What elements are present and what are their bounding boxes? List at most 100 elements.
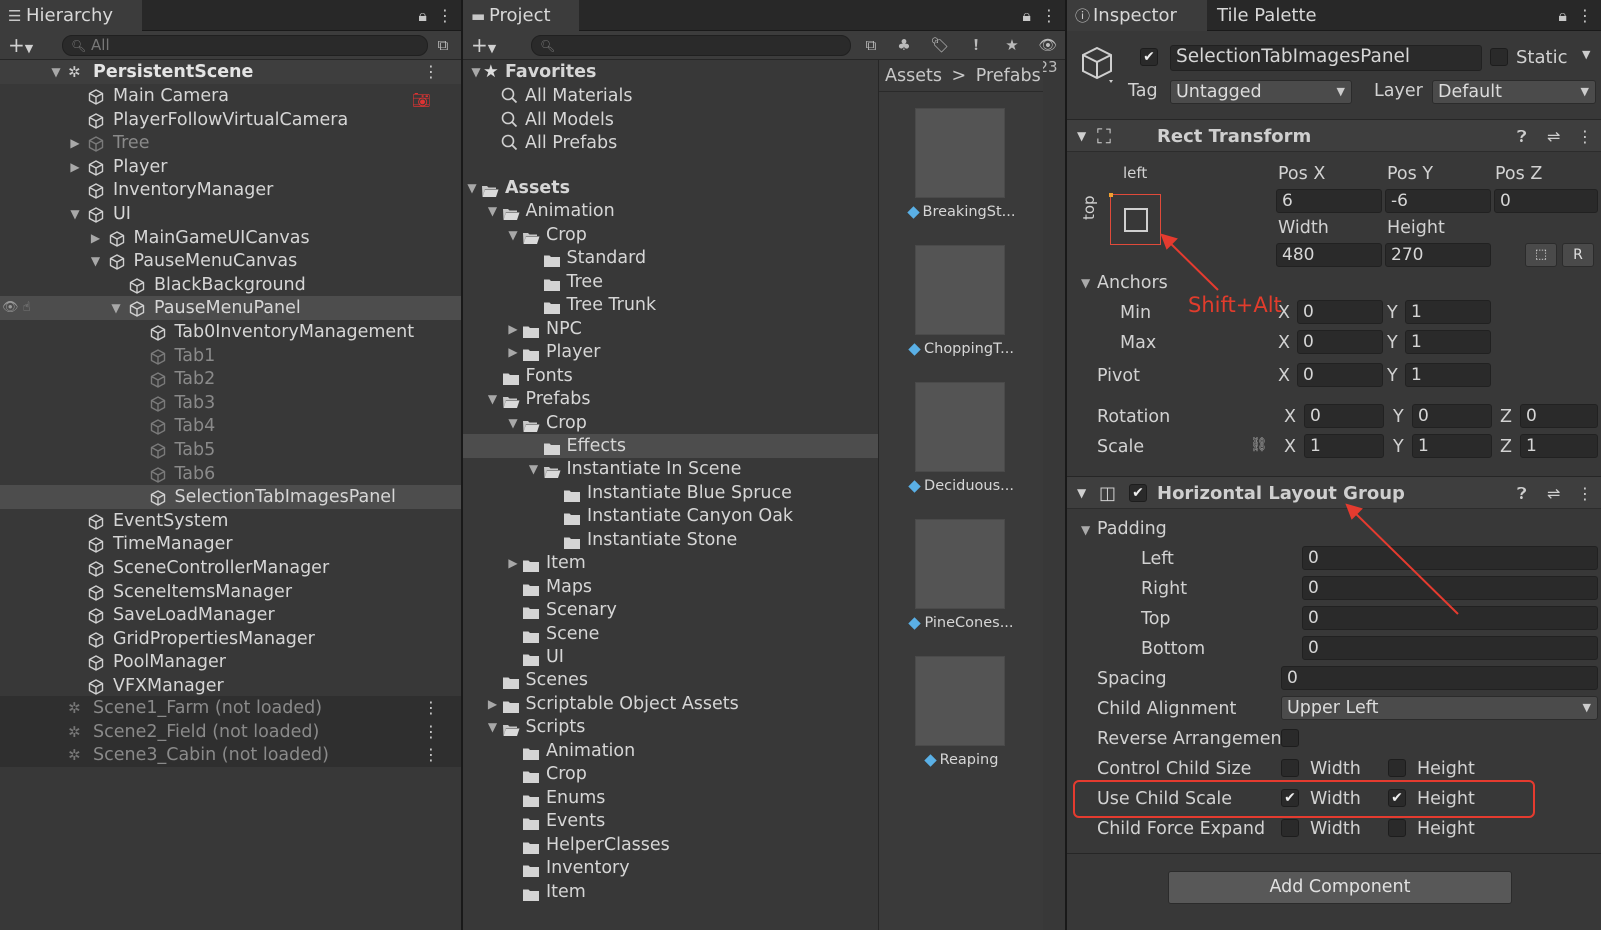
width-field[interactable]: 480 [1276, 243, 1382, 267]
padding-right-field[interactable]: 0 [1302, 576, 1598, 600]
hierarchy-item[interactable]: VFXManager [0, 674, 461, 698]
favorite-item[interactable]: All Models [463, 108, 878, 132]
project-folder-item[interactable]: HelperClasses [463, 833, 878, 857]
foldout-arrow-icon[interactable]: ▼ [527, 457, 541, 481]
breadcrumb-assets[interactable]: Assets [885, 66, 942, 86]
project-folder-item[interactable]: Instantiate Canyon Oak [463, 504, 878, 528]
hierarchy-item[interactable]: EventSystem [0, 509, 461, 533]
hierarchy-item[interactable]: Tab4 [0, 414, 461, 438]
hierarchy-item[interactable]: Tab6 [0, 462, 461, 486]
project-folder-item[interactable]: Crop [463, 762, 878, 786]
unloaded-scene-row[interactable]: ✲ Scene2_Field (not loaded) ⋮ [0, 719, 461, 744]
prefab-label[interactable]: ChoppingT... [879, 341, 1044, 357]
control-height-checkbox[interactable] [1388, 759, 1406, 777]
reverse-arrangement-checkbox[interactable] [1281, 729, 1299, 747]
kebab-menu-icon[interactable]: ⋮ [1041, 6, 1057, 25]
control-width-checkbox[interactable] [1281, 759, 1299, 777]
foldout-arrow-icon[interactable]: ▼ [469, 60, 483, 84]
foldout-arrow-icon[interactable]: ▶ [89, 226, 103, 250]
kebab-menu-icon[interactable]: ⋮ [423, 696, 439, 720]
hierarchy-item[interactable]: SelectionTabImagesPanel [0, 485, 461, 510]
foldout-arrow-icon[interactable]: ▶ [486, 692, 500, 716]
hierarchy-item[interactable]: PoolManager [0, 650, 461, 674]
prefab-thumbnail[interactable] [915, 108, 1005, 198]
project-folder-item[interactable]: Inventory [463, 856, 878, 880]
scene-row-persistent[interactable]: ▼ ✲ PersistentScene ⋮ [0, 60, 461, 84]
tag-dropdown[interactable]: Untagged ▼ [1170, 80, 1352, 104]
anchor-min-y-field[interactable]: 1 [1405, 300, 1491, 324]
project-folder-item[interactable]: Scenary [463, 598, 878, 622]
rect-transform-header[interactable]: ▼ ⛶ Rect Transform ❓︎ ⇌ ⋮ [1067, 119, 1601, 152]
project-folder-item[interactable]: Standard [463, 246, 878, 270]
foldout-arrow-icon[interactable]: ▶ [506, 551, 520, 575]
hierarchy-item[interactable]: ▼ PauseMenuPanel 👁︎ ☝︎ [0, 296, 461, 321]
foldout-arrow-icon[interactable]: ▼ [1081, 523, 1090, 537]
component-enabled-checkbox[interactable]: ✔ [1129, 484, 1147, 502]
breadcrumb-prefabs[interactable]: Prefabs [976, 66, 1041, 86]
tab-inspector[interactable]: ⓘ Inspector [1067, 0, 1207, 31]
project-folder-item[interactable]: Fonts [463, 364, 878, 388]
project-folder-item[interactable]: ▼ Animation [463, 199, 878, 223]
hierarchy-item[interactable]: ▶ Tree [0, 131, 461, 155]
project-folder-item[interactable]: Instantiate Blue Spruce [463, 481, 878, 505]
hierarchy-item[interactable]: GridPropertiesManager [0, 627, 461, 651]
anchor-presets-button[interactable] [1109, 193, 1161, 245]
force-expand-width-checkbox[interactable] [1281, 819, 1299, 837]
anchor-min-x-field[interactable]: 0 [1297, 300, 1383, 324]
foldout-arrow-icon[interactable]: ▼ [465, 176, 479, 200]
favorites-row[interactable]: ▼ ★ Favorites [463, 60, 878, 84]
padding-left-field[interactable]: 0 [1302, 546, 1598, 570]
foldout-arrow-icon[interactable]: ▼ [1077, 120, 1086, 153]
kebab-menu-icon[interactable]: ⋮ [423, 720, 439, 744]
hierarchy-item[interactable]: TimeManager [0, 532, 461, 556]
project-folder-item[interactable]: Scenes [463, 668, 878, 692]
foldout-arrow-icon[interactable]: ▼ [486, 199, 500, 223]
rotation-z-field[interactable]: 0 [1520, 404, 1598, 428]
prefab-label[interactable]: BreakingSt... [879, 204, 1044, 220]
project-folder-item[interactable]: ▶ Scriptable Object Assets [463, 692, 878, 716]
raw-edit-button[interactable]: R [1562, 243, 1594, 267]
foldout-arrow-icon[interactable]: ▼ [1077, 477, 1086, 510]
hierarchy-item[interactable]: Tab1 [0, 344, 461, 368]
posx-field[interactable]: 6 [1276, 189, 1382, 213]
foldout-arrow-icon[interactable]: ▼ [506, 411, 520, 435]
scene-visibility-icon[interactable]: ⧉ [432, 34, 454, 56]
project-folder-item[interactable]: ▼ Scripts [463, 715, 878, 739]
create-dropdown-button[interactable]: +▼ [471, 31, 496, 60]
foldout-arrow-icon[interactable]: ▼ [486, 387, 500, 411]
project-folder-item[interactable]: ▼ Crop [463, 223, 878, 247]
favorite-star-icon[interactable]: ★ [1001, 34, 1023, 56]
scale-x-field[interactable]: 1 [1304, 434, 1384, 458]
search-scope-icon[interactable]: ⧉ [860, 34, 882, 56]
hierarchy-item[interactable]: ▼ UI [0, 202, 461, 226]
tab-tile-palette[interactable]: Tile Palette [1209, 0, 1349, 31]
pivot-x-field[interactable]: 0 [1297, 363, 1383, 387]
hierarchy-item[interactable]: Tab5 [0, 438, 461, 462]
project-folder-item[interactable]: Events [463, 809, 878, 833]
preset-icon[interactable]: ⇌ [1547, 477, 1560, 510]
blueprint-mode-button[interactable]: ⬚ [1525, 243, 1557, 267]
hierarchy-item[interactable]: BlackBackground [0, 273, 461, 297]
prefab-label[interactable]: Deciduous... [879, 478, 1044, 494]
filter-type-icon[interactable]: ♣ [893, 34, 915, 56]
foldout-arrow-icon[interactable]: ▼ [109, 296, 123, 320]
project-folder-item[interactable]: ▶ Item [463, 551, 878, 575]
project-folder-item[interactable]: ▼ Crop [463, 411, 878, 435]
hierarchy-item[interactable]: ▶ Player [0, 155, 461, 179]
help-icon[interactable]: ❓︎ [1517, 477, 1527, 510]
project-folder-item[interactable]: Tree [463, 270, 878, 294]
project-folder-item[interactable]: ▶ NPC [463, 317, 878, 341]
foldout-arrow-icon[interactable]: ▼ [1081, 276, 1090, 290]
create-dropdown-button[interactable]: +▼ [8, 31, 33, 60]
project-folder-item[interactable]: Item [463, 880, 878, 904]
tab-project[interactable]: ▬ Project [463, 0, 579, 31]
project-folder-item[interactable]: ▼ Instantiate In Scene [463, 457, 878, 481]
preset-icon[interactable]: ⇌ [1547, 120, 1560, 153]
kebab-menu-icon[interactable]: ⋮ [423, 60, 439, 84]
foldout-arrow-icon[interactable]: ▼ [486, 715, 500, 739]
foldout-arrow-icon[interactable]: ▼ [49, 60, 63, 84]
lock-icon[interactable]: 🔒︎ [418, 6, 427, 25]
tab-hierarchy[interactable]: ☰ Hierarchy [0, 0, 142, 31]
project-folder-item[interactable]: Enums [463, 786, 878, 810]
hierarchy-item[interactable]: InventoryManager [0, 178, 461, 202]
